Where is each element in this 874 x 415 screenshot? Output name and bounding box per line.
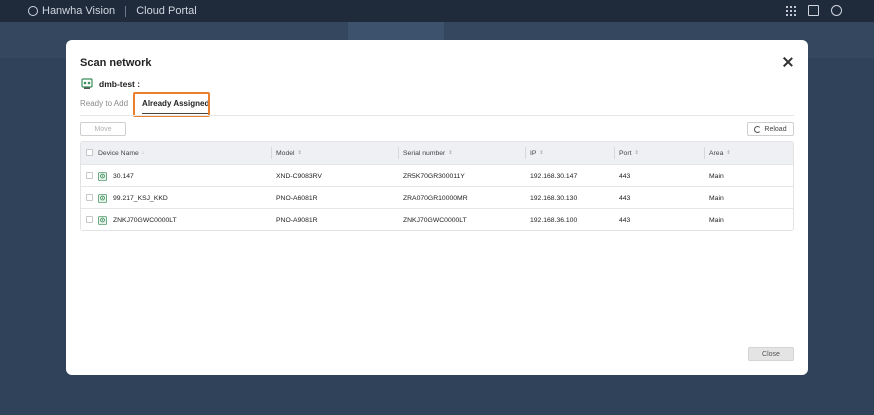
sort-icon: ⇕	[448, 150, 453, 156]
site-header: dmb-test :	[81, 78, 140, 90]
column-model[interactable]: Model ⇕	[276, 142, 302, 164]
table-row[interactable]: 99.217_KSJ_KKD PNO-A6081R ZRA070GR10000M…	[81, 186, 793, 208]
port-cell: 443	[619, 194, 631, 202]
serial-cell: ZRA070GR10000MR	[403, 194, 468, 202]
scan-network-dialog: Scan network dmb-test : Ready to Add Alr…	[66, 40, 808, 375]
column-label: Area	[709, 149, 724, 157]
device-name-cell: 99.217_KSJ_KKD	[98, 187, 168, 209]
column-label: Port	[619, 149, 632, 157]
move-button[interactable]: Move	[80, 122, 126, 136]
camera-device-icon	[98, 193, 107, 203]
table-row[interactable]: ZNKJ70GWC0000LT PNO-A9081R ZNKJ70GWC0000…	[81, 208, 793, 230]
row-checkbox[interactable]	[86, 216, 93, 223]
tab-ready-to-add[interactable]: Ready to Add	[80, 98, 128, 114]
top-bar: Hanwha Vision Cloud Portal	[0, 0, 874, 22]
document-icon[interactable]	[808, 5, 819, 16]
row-checkbox[interactable]	[86, 172, 93, 179]
reload-icon	[754, 125, 762, 133]
column-ip[interactable]: IP ⇕	[530, 142, 544, 164]
apps-grid-icon[interactable]	[785, 5, 796, 16]
model-cell: PNO-A6081R	[276, 194, 318, 202]
sort-icon: ⇕	[297, 150, 302, 156]
table-row[interactable]: 30.147 XND-C9083RV ZR5K70GR300011Y 192.1…	[81, 164, 793, 186]
port-cell: 443	[619, 216, 631, 224]
area-cell: Main	[709, 172, 724, 180]
sort-icon: ⇕	[634, 150, 639, 156]
device-name: 30.147	[113, 172, 134, 180]
serial-cell: ZNKJ70GWC0000LT	[403, 216, 467, 224]
close-icon[interactable]	[782, 56, 794, 68]
column-label: Model	[276, 149, 295, 157]
column-divider	[704, 147, 705, 159]
close-button[interactable]: Close	[748, 347, 794, 361]
column-divider	[271, 147, 272, 159]
site-icon	[81, 78, 93, 89]
user-account-icon[interactable]	[831, 5, 842, 16]
device-name: ZNKJ70GWC0000LT	[113, 216, 177, 224]
device-name: 99.217_KSJ_KKD	[113, 194, 168, 202]
column-port[interactable]: Port ⇕	[619, 142, 639, 164]
column-serial-number[interactable]: Serial number ⇕	[403, 142, 453, 164]
reload-button[interactable]: Reload	[747, 122, 794, 136]
ip-cell: 192.168.30.147	[530, 172, 578, 180]
reload-label: Reload	[764, 125, 787, 133]
device-name-cell: 30.147	[98, 165, 134, 187]
row-checkbox[interactable]	[86, 194, 93, 201]
column-area[interactable]: Area ⇕	[709, 142, 731, 164]
select-all-checkbox[interactable]	[86, 149, 93, 156]
brand-name: Hanwha Vision	[42, 5, 116, 17]
sort-icon: ⇕	[539, 150, 544, 156]
camera-device-icon	[98, 215, 107, 225]
serial-cell: ZR5K70GR300011Y	[403, 172, 465, 180]
devices-table: Device Name ↓ Model ⇕ Serial number ⇕ IP ⇕ P…	[80, 141, 794, 231]
site-name: dmb-test :	[99, 79, 141, 89]
tab-already-assigned[interactable]: Already Assigned	[142, 98, 210, 114]
column-divider	[398, 147, 399, 159]
column-device-name[interactable]: Device Name ↓	[98, 142, 144, 164]
area-cell: Main	[709, 216, 724, 224]
tab-bar: Ready to Add Already Assigned	[80, 98, 223, 114]
table-header: Device Name ↓ Model ⇕ Serial number ⇕ IP ⇕ P…	[81, 142, 793, 164]
sort-icon: ⇕	[726, 150, 731, 156]
device-name-cell: ZNKJ70GWC0000LT	[98, 209, 177, 230]
column-label: Serial number	[403, 149, 446, 157]
ip-cell: 192.168.30.130	[530, 194, 578, 202]
dialog-title: Scan network	[80, 57, 152, 69]
model-cell: XND-C9083RV	[276, 172, 322, 180]
column-label: Device Name	[98, 149, 139, 157]
ip-cell: 192.168.36.100	[530, 216, 578, 224]
portal-name: Cloud Portal	[136, 5, 197, 17]
area-cell: Main	[709, 194, 724, 202]
tabs-divider	[80, 115, 794, 116]
sort-down-icon: ↓	[141, 150, 145, 156]
top-icons	[785, 5, 842, 16]
column-label: IP	[530, 149, 537, 157]
camera-device-icon	[98, 171, 107, 181]
column-divider	[525, 147, 526, 159]
logo-divider	[125, 5, 127, 17]
brand-logo: Hanwha Vision	[28, 5, 115, 17]
column-divider	[614, 147, 615, 159]
model-cell: PNO-A9081R	[276, 216, 318, 224]
port-cell: 443	[619, 172, 631, 180]
hanwha-logo-icon	[28, 6, 38, 16]
